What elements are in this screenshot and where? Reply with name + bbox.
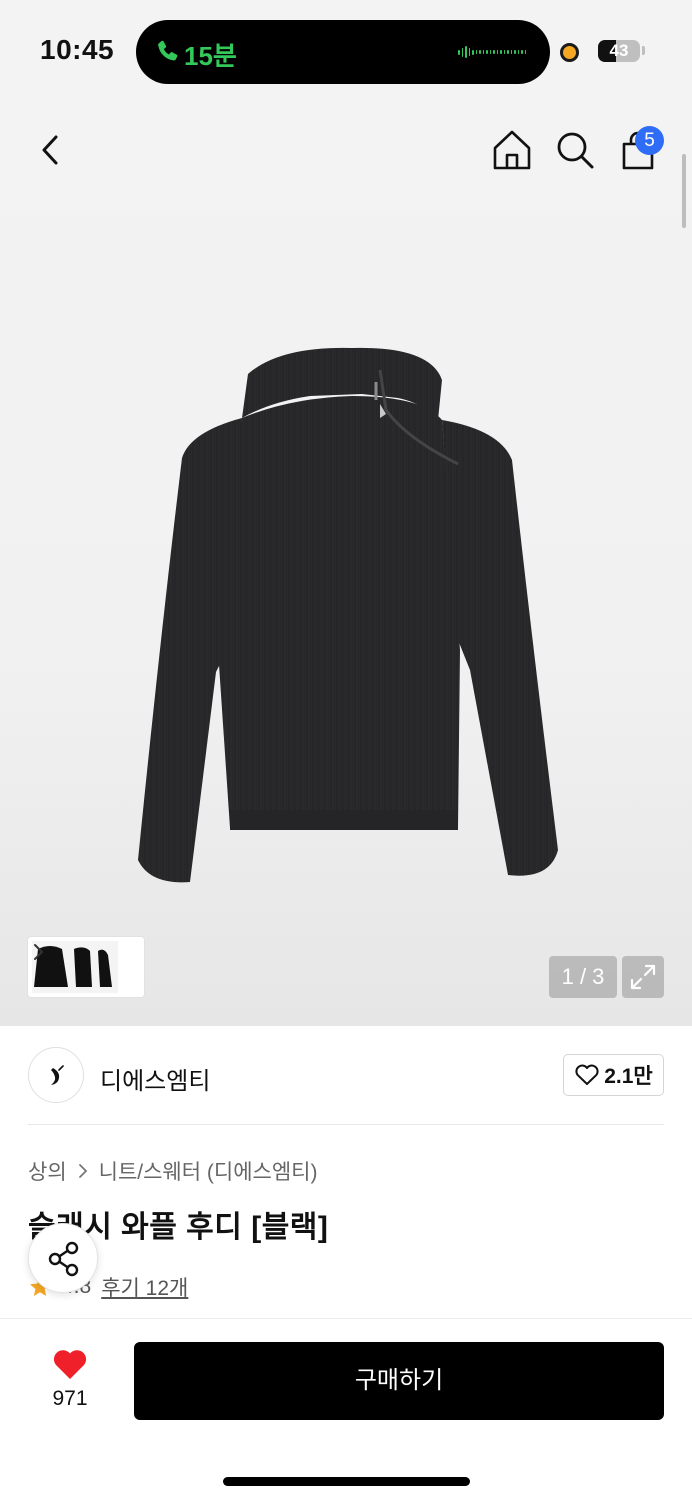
brand-like-count: 2.1만 <box>604 1065 653 1088</box>
dynamic-island-call[interactable]: 15분 <box>136 20 550 84</box>
back-icon[interactable] <box>30 128 74 172</box>
battery-tip <box>642 46 645 55</box>
heart-outline-icon <box>575 1064 599 1085</box>
category-breadcrumb: 상의 니트/스웨터 (디에스엠티) <box>28 1156 318 1186</box>
battery-level: 43 <box>609 41 629 60</box>
chevron-right-icon <box>34 944 44 960</box>
wish-count: 971 <box>52 1387 88 1410</box>
chevron-right-icon <box>78 1164 87 1178</box>
status-bar: 10:45 15분 43 <box>0 0 692 100</box>
home-indicator[interactable] <box>223 1477 470 1486</box>
brand-logo[interactable] <box>28 1047 84 1103</box>
breadcrumb-subcategory[interactable]: 니트/스웨터 (디에스엠티) <box>99 1156 318 1186</box>
buy-button[interactable]: 구매하기 <box>134 1342 664 1420</box>
brand-logo-mark-icon <box>51 1065 64 1085</box>
home-icon[interactable] <box>490 128 534 172</box>
audio-waveform-icon <box>458 44 526 60</box>
share-button[interactable] <box>28 1223 98 1293</box>
brand-row: 디에스엠티 2.1만 <box>0 1026 692 1126</box>
recording-indicator-icon <box>560 43 579 62</box>
brand-like-button[interactable]: 2.1만 <box>563 1054 664 1096</box>
expand-icon <box>630 964 656 990</box>
search-icon[interactable] <box>553 128 597 172</box>
breadcrumb-category[interactable]: 상의 <box>28 1156 67 1186</box>
product-gallery[interactable]: 5 1 / 3 <box>0 100 692 1026</box>
scroll-indicator <box>682 154 686 228</box>
cart-count-badge: 5 <box>635 126 664 155</box>
share-icon <box>48 1241 79 1277</box>
thumbnail-strip[interactable] <box>28 937 144 997</box>
brand-name[interactable]: 디에스엠티 <box>100 1061 210 1096</box>
heart-filled-icon[interactable] <box>52 1347 88 1381</box>
product-image-hoodie[interactable] <box>130 340 570 900</box>
status-time: 10:45 <box>40 34 115 65</box>
phone-icon <box>158 40 178 61</box>
call-duration: 15분 <box>184 41 237 71</box>
expand-button[interactable] <box>622 956 664 998</box>
battery-icon: 43 <box>598 40 640 62</box>
divider <box>28 1124 664 1125</box>
image-page-counter: 1 / 3 <box>549 956 617 998</box>
purchase-bar: 971 구매하기 <box>0 1318 692 1500</box>
review-count-link[interactable]: 후기 12개 <box>101 1272 188 1302</box>
